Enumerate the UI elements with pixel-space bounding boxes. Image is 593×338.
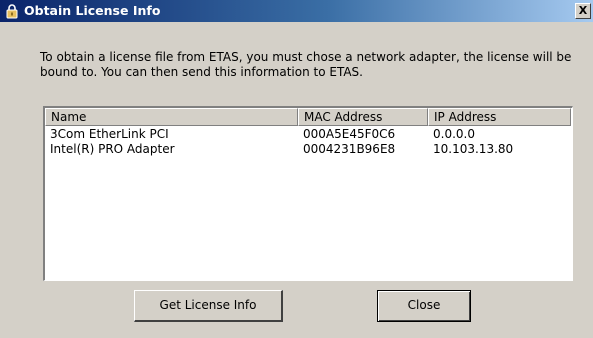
adapter-ip: 10.103.13.80 (433, 142, 514, 156)
close-window-button[interactable]: X (575, 3, 591, 19)
lock-icon (4, 3, 20, 19)
list-item[interactable]: Intel(R) PRO Adapter 0004231B96E8 10.103… (45, 142, 572, 157)
get-license-info-button[interactable]: Get License Info (134, 290, 283, 322)
list-item[interactable]: 3Com EtherLink PCI 000A5E45F0C6 0.0.0.0 (45, 127, 572, 142)
license-dialog: Obtain License Info X To obtain a licens… (0, 0, 593, 338)
instruction-text: To obtain a license file from ETAS, you … (40, 50, 572, 79)
adapter-ip: 0.0.0.0 (433, 127, 475, 141)
column-header-name[interactable]: Name (45, 108, 298, 126)
adapter-name: Intel(R) PRO Adapter (50, 142, 175, 156)
close-button[interactable]: Close (377, 290, 471, 322)
list-header: Name MAC Address IP Address (45, 108, 572, 126)
adapter-name: 3Com EtherLink PCI (50, 127, 169, 141)
list-rows: 3Com EtherLink PCI 000A5E45F0C6 0.0.0.0 … (45, 127, 572, 157)
column-header-ip-address[interactable]: IP Address (428, 108, 571, 126)
adapter-mac: 000A5E45F0C6 (303, 127, 396, 141)
column-header-mac-address[interactable]: MAC Address (298, 108, 428, 126)
adapter-mac: 0004231B96E8 (303, 142, 396, 156)
window-title: Obtain License Info (24, 3, 161, 18)
adapter-list[interactable]: Name MAC Address IP Address 3Com EtherLi… (43, 106, 573, 281)
title-bar[interactable]: Obtain License Info X (0, 0, 593, 22)
